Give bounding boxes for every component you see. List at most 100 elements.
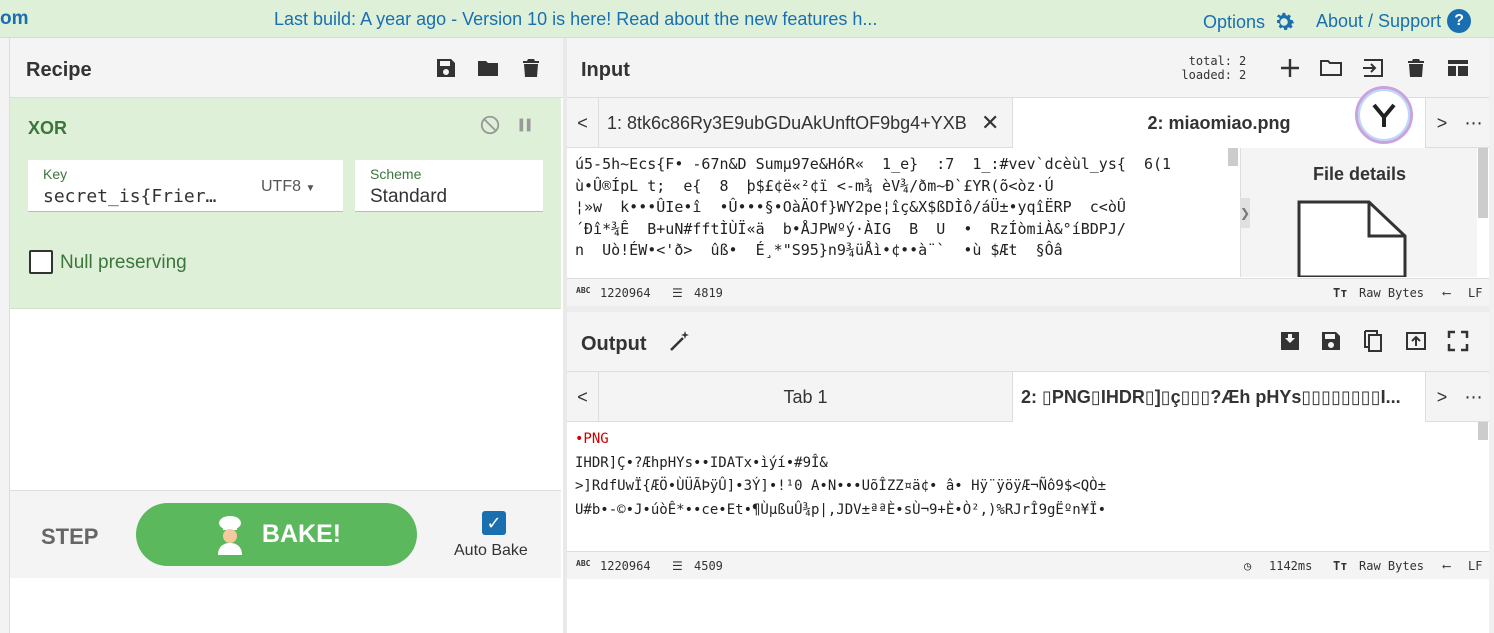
options-label: Options	[1203, 11, 1266, 32]
operation-name: XOR	[28, 118, 68, 138]
tab-label: Tab 1	[783, 386, 828, 407]
scheme-label: Scheme	[370, 166, 422, 182]
input-counts: total: loaded:	[1172, 54, 1232, 82]
output-encoding[interactable]: Raw Bytes	[1359, 559, 1424, 573]
output-length: 1220964	[600, 559, 651, 573]
output-lines: 4509	[694, 559, 723, 573]
input-line: ´Ðî*¾Ê B+uN#fftÌÙÏ«ä b•ÅJPWºý·ÀIG B U • …	[575, 219, 1126, 238]
update-notice-link[interactable]: Last build: A year ago - Version 10 is h…	[274, 9, 877, 30]
more-tabs-icon[interactable]: ⋯	[1458, 372, 1489, 422]
save-to-file-icon[interactable]	[1278, 329, 1302, 353]
key-encoding-select[interactable]: UTF8 ▼	[261, 178, 315, 196]
key-field[interactable]: Key secret_is{Frier… UTF8 ▼	[28, 160, 343, 212]
open-folder-icon[interactable]	[1319, 56, 1343, 80]
help-icon: ?	[1447, 9, 1472, 33]
output-tabs: < Tab 1 2: ▯PNG▯IHDR▯]▯ç▯▯▯?Æh pHYs▯▯▯▯▯…	[567, 372, 1489, 422]
collapse-details-icon[interactable]: ❯	[1240, 198, 1250, 228]
close-icon[interactable]: ✕	[981, 110, 999, 136]
tab-label: 2: ▯PNG▯IHDR▯]▯ç▯▯▯?Æh pHYs▯▯▯▯▯▯▯▯I...	[1021, 386, 1401, 407]
output-line: •PNG	[575, 428, 1477, 452]
save-icon[interactable]	[1319, 329, 1343, 353]
trash-icon[interactable]	[1404, 56, 1428, 80]
tab-scroll-right-icon[interactable]: >	[1426, 98, 1458, 148]
total-label: total:	[1188, 54, 1232, 68]
about-support-link[interactable]: About / Support ?	[1316, 9, 1472, 33]
tab-scroll-right-icon[interactable]: >	[1426, 372, 1458, 422]
disable-icon[interactable]	[479, 114, 501, 136]
key-input[interactable]: secret_is{Frier…	[43, 186, 216, 207]
input-length: 1220964	[600, 286, 651, 300]
null-preserving-label[interactable]: Null preserving	[60, 252, 187, 274]
lines-icon: ☰	[672, 559, 683, 573]
bake-time: 1142ms	[1269, 559, 1313, 573]
key-encoding-value: UTF8	[261, 178, 301, 195]
loaded-label: loaded:	[1181, 68, 1232, 82]
save-icon[interactable]	[434, 56, 458, 80]
copy-icon[interactable]	[1361, 329, 1385, 353]
input-encoding[interactable]: Raw Bytes	[1359, 286, 1424, 300]
recipe-header: Recipe	[10, 38, 563, 98]
null-preserving-checkbox[interactable]	[29, 250, 53, 274]
input-line: ¦»w k•••ÛIe•î •Û•••§•OàÄOf}WY2pe¦îç&X$ßD…	[575, 198, 1126, 216]
chef-icon	[217, 515, 242, 555]
input-header: Input total: loaded: 2 2	[567, 38, 1489, 98]
output-line: U#b•-©•J•úòÊ*••ce•Et•¶ÙµßuÛ¾p|,JDV±ªªÈ•s…	[575, 501, 1107, 518]
file-details-title: File details	[1312, 164, 1407, 184]
maximise-icon[interactable]	[1446, 329, 1470, 353]
output-tab-1[interactable]: Tab 1	[599, 372, 1013, 422]
auto-bake-checkbox[interactable]: ✓	[482, 511, 506, 535]
tab-scroll-left-icon[interactable]: <	[567, 98, 599, 148]
eol-icon: ⟵	[1443, 559, 1451, 573]
input-lines: 4819	[694, 286, 723, 300]
output-scrollbar[interactable]	[1478, 422, 1488, 440]
loaded-value: 2	[1239, 68, 1247, 82]
input-tab-1[interactable]: 1: 8tk6c86Ry3E9ubGDuAkUnftOF9bg4+YXBc...…	[599, 98, 1013, 148]
y-logo-icon	[1372, 103, 1396, 127]
file-details-pane: File details ❯	[1240, 148, 1477, 277]
brand-logo-text[interactable]: om	[0, 8, 29, 30]
input-eol[interactable]: LF	[1468, 286, 1482, 300]
magic-wand-icon[interactable]	[668, 329, 692, 353]
clock-icon: ◷	[1244, 559, 1252, 573]
tab-scroll-left-icon[interactable]: <	[567, 372, 599, 422]
input-title: Input	[581, 59, 630, 81]
options-link[interactable]: Options	[1203, 9, 1297, 35]
output-title: Output	[581, 333, 647, 355]
folder-icon[interactable]	[476, 56, 500, 80]
scheme-field[interactable]: Scheme Standard	[355, 160, 543, 212]
operations-collapsed-strip[interactable]	[0, 38, 10, 633]
output-eol[interactable]: LF	[1468, 559, 1482, 573]
bake-label: BAKE!	[261, 520, 342, 548]
output-tab-2[interactable]: 2: ▯PNG▯IHDR▯]▯ç▯▯▯?Æh pHYs▯▯▯▯▯▯▯▯I...	[1013, 372, 1426, 422]
tab-label: 2: miaomiao.png	[1147, 112, 1291, 133]
extension-badge-icon[interactable]	[1355, 86, 1413, 144]
replace-input-icon[interactable]	[1404, 329, 1428, 353]
more-tabs-icon[interactable]: ⋯	[1458, 98, 1489, 148]
tab-label: 1: 8tk6c86Ry3E9ubGDuAkUnftOF9bg4+YXBc...	[607, 112, 967, 133]
about-label: About / Support	[1316, 10, 1442, 31]
pause-icon[interactable]	[514, 114, 536, 136]
output-text-area[interactable]: •PNG IHDR]Ç•?ÆhpHYs••IDATx•ìýí•#9Î& >]Rd…	[567, 428, 1477, 550]
input-line: ù•Û®ÍpL t; e{ 8 þ$£¢ë«²¢ï <-m¾ èV¾/ðm~Ð`…	[575, 176, 1054, 195]
chevron-down-icon: ▼	[305, 183, 316, 194]
lines-icon: ☰	[672, 286, 683, 300]
gear-icon	[1276, 12, 1295, 31]
auto-bake-label: Auto Bake	[454, 542, 528, 559]
output-header: Output	[567, 312, 1489, 372]
output-line: >]RdfUwÏ{ÆÖ•ÙÜÃÞÿÛ]•3Ý]•!¹0 A•N•••UõÎZZ¤…	[575, 478, 1107, 494]
abc-icon: ABC	[576, 559, 591, 568]
bake-button[interactable]: BAKE!	[136, 503, 417, 566]
input-text-area[interactable]: ú5-5h~Ecs{F• -67n&D Sumµ97e&HóR« 1_e} :7…	[567, 154, 1232, 278]
scheme-select[interactable]: Standard	[370, 186, 447, 208]
load-input-icon[interactable]	[1361, 56, 1385, 80]
details-scrollbar[interactable]	[1478, 148, 1488, 218]
right-edge-strip	[1489, 38, 1494, 633]
file-icon	[1297, 200, 1407, 277]
trash-icon[interactable]	[519, 56, 543, 80]
top-banner: om Last build: A year ago - Version 10 i…	[0, 0, 1494, 38]
step-button[interactable]: STEP	[41, 524, 98, 550]
total-value: 2	[1239, 54, 1247, 68]
plus-icon[interactable]	[1278, 56, 1302, 80]
layout-icon[interactable]	[1446, 56, 1470, 80]
input-scrollbar[interactable]	[1228, 148, 1238, 166]
